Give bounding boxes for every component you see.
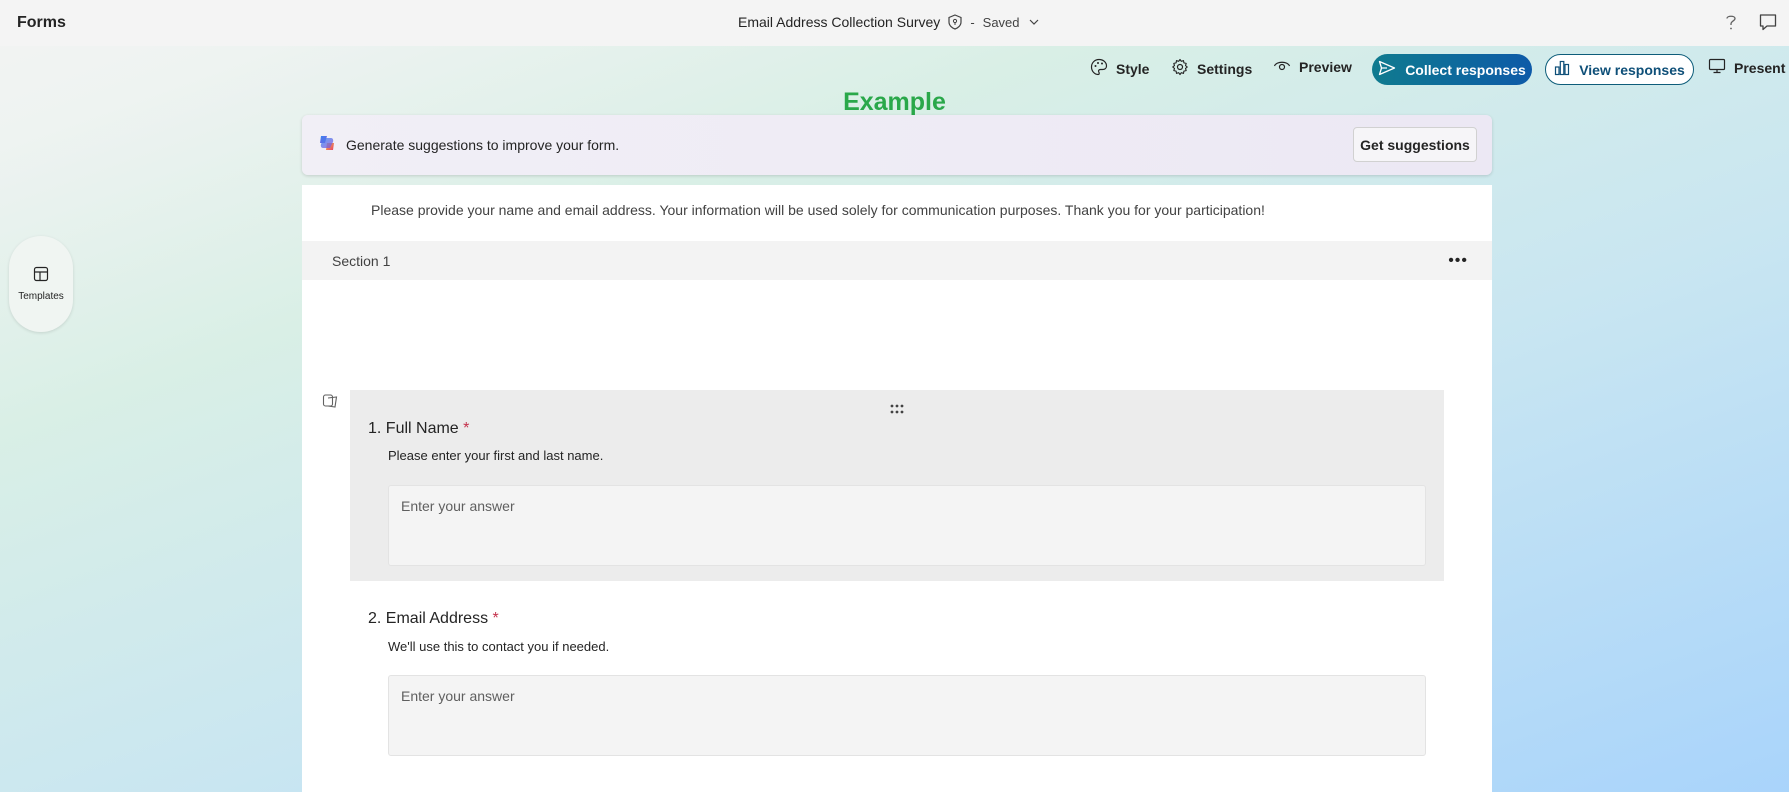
preview-label: Preview <box>1299 58 1352 75</box>
settings-label: Settings <box>1197 60 1253 77</box>
question-heading: 1. Full Name * <box>368 420 469 438</box>
eye-icon <box>1273 58 1291 75</box>
send-icon <box>1378 60 1396 79</box>
form-title-area[interactable]: Email Address Collection Survey - Saved <box>738 14 1040 30</box>
question-card[interactable]: 1. Full Name * Please enter your first a… <box>350 390 1444 581</box>
question-copilot-icon[interactable] <box>322 393 338 414</box>
question-heading: 2. Email Address * <box>368 610 499 628</box>
top-bar: Forms Email Address Collection Survey - … <box>0 0 1789 46</box>
copilot-icon <box>318 134 336 157</box>
help-icon[interactable] <box>1722 12 1740 37</box>
settings-button[interactable]: Settings <box>1171 58 1252 79</box>
save-status: Saved <box>982 14 1020 30</box>
suggestions-text: Generate suggestions to improve your for… <box>346 137 620 153</box>
email-address-input[interactable] <box>389 676 1425 716</box>
suggestions-banner: Generate suggestions to improve your for… <box>302 115 1492 175</box>
question-card[interactable]: 2. Email Address * We'll use this to con… <box>350 597 1444 792</box>
question-title: Full Name <box>385 420 459 437</box>
app-name[interactable]: Forms <box>17 14 66 32</box>
gear-icon <box>1171 58 1189 79</box>
answer-box <box>388 675 1426 756</box>
chevron-down-icon[interactable] <box>1028 16 1040 28</box>
question-subtitle: We'll use this to contact you if needed. <box>388 639 610 654</box>
templates-icon <box>33 266 49 287</box>
required-mark: * <box>492 610 499 627</box>
palette-icon <box>1090 58 1108 79</box>
present-label: Present <box>1734 59 1786 76</box>
view-responses-button[interactable]: View responses <box>1545 54 1694 85</box>
section-label: Section 1 <box>332 253 391 269</box>
view-responses-label: View responses <box>1579 61 1685 78</box>
collect-responses-button[interactable]: Collect responses <box>1372 54 1532 85</box>
question-number: 2. <box>368 610 382 627</box>
full-name-input[interactable] <box>389 486 1425 526</box>
question-title: Email Address <box>385 610 489 627</box>
example-banner: Example <box>843 88 946 116</box>
drag-icon[interactable] <box>889 402 905 420</box>
style-button[interactable]: Style <box>1090 58 1149 79</box>
required-mark: * <box>463 420 470 437</box>
status-separator: - <box>970 14 975 30</box>
question-subtitle: Please enter your first and last name. <box>388 448 604 463</box>
collect-responses-label: Collect responses <box>1405 61 1526 78</box>
templates-button[interactable]: Templates <box>9 236 73 332</box>
feedback-icon[interactable] <box>1758 12 1778 37</box>
section-header[interactable]: Section 1 ••• <box>302 241 1492 280</box>
style-label: Style <box>1116 60 1150 77</box>
chart-icon <box>1554 60 1570 79</box>
form-description[interactable]: Please provide your name and email addre… <box>371 202 1265 218</box>
templates-label: Templates <box>18 291 64 302</box>
more-icon[interactable]: ••• <box>1448 252 1468 270</box>
monitor-icon <box>1708 58 1726 77</box>
present-button[interactable]: Present <box>1708 58 1785 77</box>
form-title[interactable]: Email Address Collection Survey <box>738 14 940 30</box>
preview-button[interactable]: Preview <box>1273 58 1352 75</box>
answer-box <box>388 485 1426 566</box>
get-suggestions-button[interactable]: Get suggestions <box>1353 127 1477 162</box>
question-number: 1. <box>368 420 382 437</box>
shield-icon[interactable] <box>948 14 962 30</box>
form-card: Please provide your name and email addre… <box>302 185 1492 792</box>
